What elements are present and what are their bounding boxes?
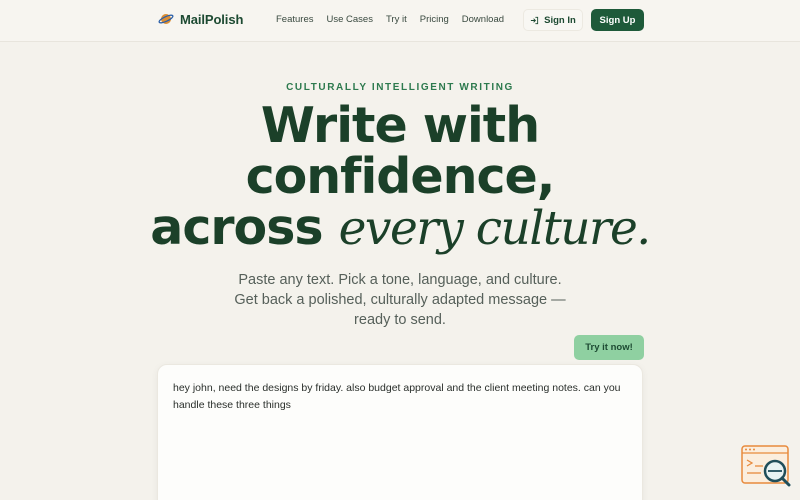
hero-eyebrow: CULTURALLY INTELLIGENT WRITING [286,82,514,93]
nav-link-download[interactable]: Download [462,14,504,25]
sign-in-button[interactable]: Sign In [523,9,583,31]
sign-up-label: Sign Up [599,14,636,26]
nav-link-try-it[interactable]: Try it [386,14,407,25]
message-input[interactable]: hey john, need the designs by friday. al… [157,364,643,500]
try-it-now-button[interactable]: Try it now! [574,335,644,360]
nav-link-use-cases[interactable]: Use Cases [327,14,373,25]
brand-logo[interactable]: MailPolish [158,11,243,27]
headline-line-2: confidence, [245,148,556,205]
planet-icon [158,14,174,24]
headline-line-3: across every culture. [0,202,800,254]
nav-link-pricing[interactable]: Pricing [420,14,449,25]
search-analytics-icon[interactable] [741,444,791,488]
headline-line-1: Write with [260,97,540,154]
headline-line-3-plain: across [150,199,323,256]
brand-name: MailPolish [180,11,244,27]
nav-link-features[interactable]: Features [276,14,314,25]
hero-headline: Write with confidence, across every cult… [0,100,800,254]
hero-subtitle: Paste any text. Pick a tone, language, a… [234,272,566,328]
login-icon [531,16,539,24]
headline-line-3-italic: every culture. [338,201,652,256]
sign-up-button[interactable]: Sign Up [591,9,644,31]
sign-in-label: Sign In [544,14,576,26]
nav-links: Features Use Cases Try it Pricing Downlo… [276,14,517,25]
top-nav: MailPolish Features Use Cases Try it Pri… [0,0,800,42]
